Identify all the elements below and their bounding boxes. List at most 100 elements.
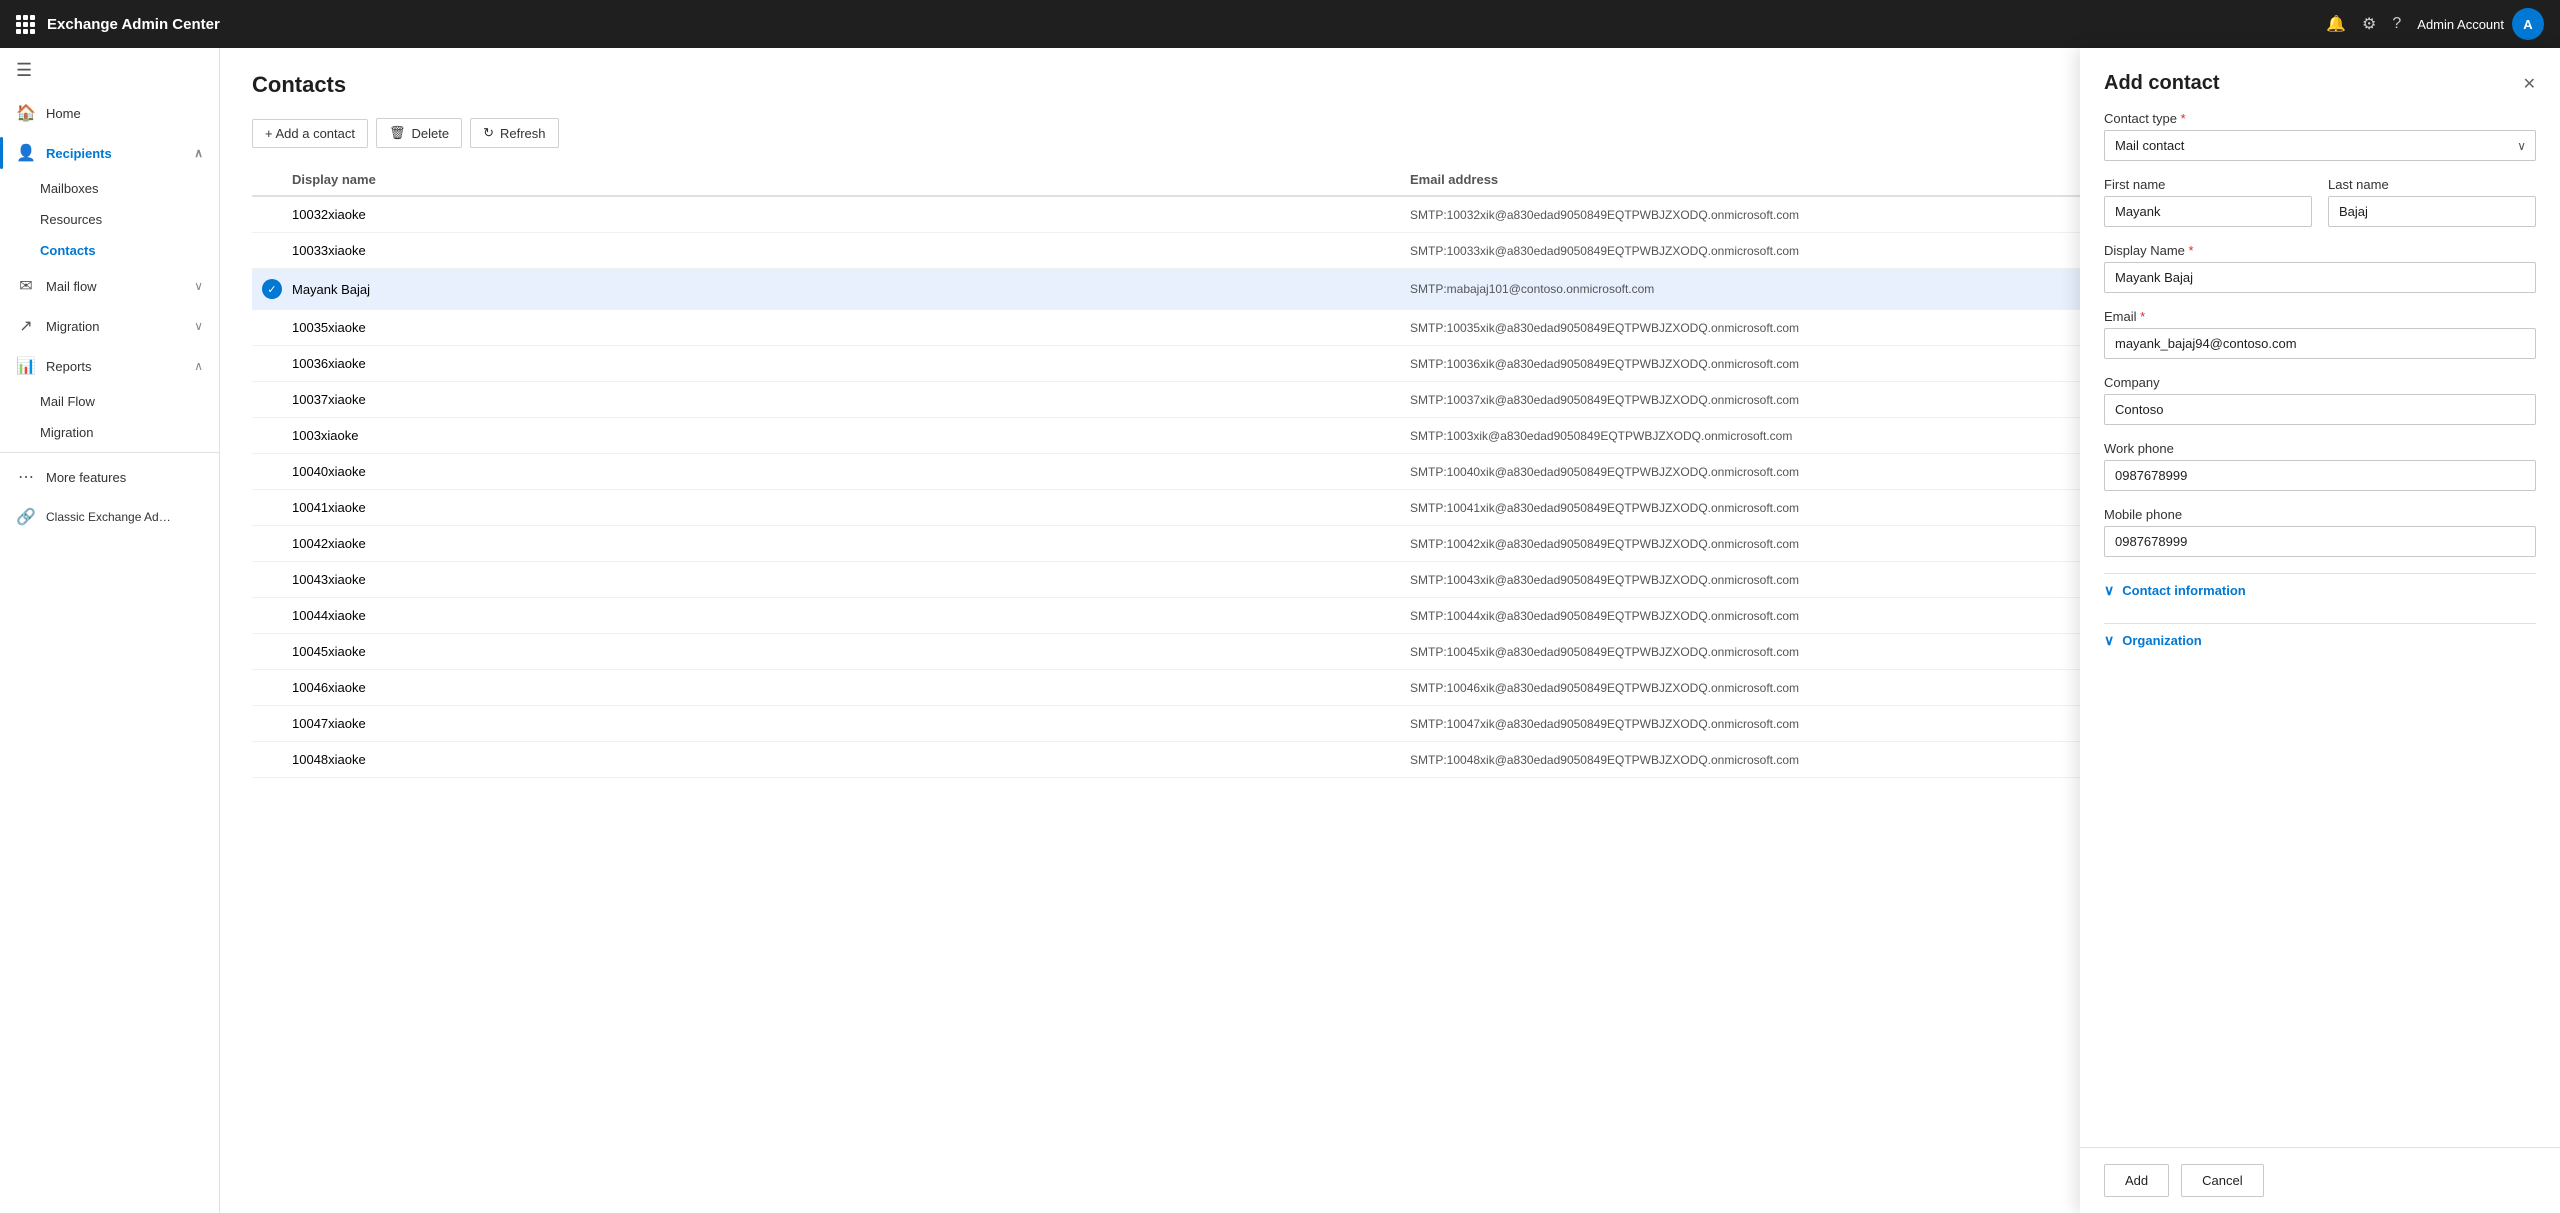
refresh-button[interactable]: ↻ Refresh	[470, 118, 558, 148]
row-display-name: 10046xiaoke	[292, 680, 1410, 695]
notification-icon[interactable]: 🔔	[2326, 14, 2346, 34]
delete-icon: 🗑	[389, 125, 406, 141]
reports-submenu: Mail Flow Migration	[0, 386, 219, 448]
reports-icon: 📊	[16, 356, 36, 376]
sidebar-item-reports[interactable]: 📊 Reports ∧	[0, 346, 219, 386]
chevron-down-icon: ∨	[2104, 582, 2114, 599]
row-display-name: 10043xiaoke	[292, 572, 1410, 587]
topbar: Exchange Admin Center 🔔 ⚙ ? Admin Accoun…	[0, 0, 2560, 48]
row-display-name: Mayank Bajaj	[292, 282, 1410, 297]
row-display-name: 1003xiaoke	[292, 428, 1410, 443]
row-display-name: 10042xiaoke	[292, 536, 1410, 551]
row-display-name: 10048xiaoke	[292, 752, 1410, 767]
sidebar-label-reports: Reports	[46, 359, 92, 374]
row-display-name: 10036xiaoke	[292, 356, 1410, 371]
account-name: Admin Account	[2417, 17, 2504, 32]
sidebar-item-migration-report[interactable]: Migration	[40, 417, 219, 448]
sidebar-item-recipients[interactable]: 👤 Recipients ∧	[0, 133, 219, 173]
contact-info-section: ∨ Contact information	[2104, 573, 2536, 607]
row-display-name: 10045xiaoke	[292, 644, 1410, 659]
display-name-field: Display Name *	[2104, 243, 2536, 293]
mailflow-icon: ✉	[16, 276, 36, 296]
delete-button[interactable]: 🗑 Delete	[376, 118, 462, 148]
contact-info-collapse[interactable]: ∨ Contact information	[2104, 574, 2536, 607]
refresh-icon: ↻	[483, 125, 494, 141]
panel-title: Add contact	[2104, 72, 2220, 95]
sidebar-label-more: More features	[46, 470, 126, 485]
app-grid-icon[interactable]	[16, 15, 35, 34]
work-phone-input[interactable]	[2104, 460, 2536, 491]
display-name-label: Display Name *	[2104, 243, 2536, 258]
company-label: Company	[2104, 375, 2536, 390]
email-field: Email *	[2104, 309, 2536, 359]
sidebar-item-migration[interactable]: ↗ Migration ∨	[0, 306, 219, 346]
more-features-icon: ⋯	[16, 467, 36, 487]
recipients-icon: 👤	[16, 143, 36, 163]
email-input[interactable]	[2104, 328, 2536, 359]
mobile-phone-input[interactable]	[2104, 526, 2536, 557]
contact-info-label: Contact information	[2122, 583, 2246, 598]
sidebar-item-resources[interactable]: Resources	[40, 204, 219, 235]
help-icon[interactable]: ?	[2392, 15, 2401, 33]
sidebar-item-more-features[interactable]: ⋯ More features	[0, 457, 219, 497]
row-display-name: 10047xiaoke	[292, 716, 1410, 731]
row-display-name: 10032xiaoke	[292, 207, 1410, 222]
first-name-field: First name	[2104, 177, 2312, 227]
sidebar-item-home[interactable]: 🏠 Home	[0, 93, 219, 133]
company-field: Company	[2104, 375, 2536, 425]
mailflow-chevron: ∨	[194, 279, 203, 293]
company-input[interactable]	[2104, 394, 2536, 425]
app-title: Exchange Admin Center	[47, 16, 220, 33]
migration-chevron: ∨	[194, 319, 203, 333]
cancel-button[interactable]: Cancel	[2181, 1164, 2263, 1197]
check-circle: ✓	[262, 279, 282, 299]
panel-header: Add contact ✕	[2080, 48, 2560, 111]
panel-footer: Add Cancel	[2080, 1147, 2560, 1213]
sidebar-label-mailflow: Mail flow	[46, 279, 97, 294]
reports-chevron: ∧	[194, 359, 203, 373]
contact-type-select[interactable]: Mail contact Mail user	[2104, 130, 2536, 161]
add-contact-button[interactable]: + Add a contact	[252, 119, 368, 148]
first-name-input[interactable]	[2104, 196, 2312, 227]
row-display-name: 10037xiaoke	[292, 392, 1410, 407]
last-name-label: Last name	[2328, 177, 2536, 192]
contact-type-label: Contact type *	[2104, 111, 2536, 126]
sidebar-item-contacts[interactable]: Contacts	[40, 235, 219, 266]
sidebar: ☰ 🏠 Home 👤 Recipients ∧ Mailboxes Resour…	[0, 48, 220, 1213]
settings-icon[interactable]: ⚙	[2362, 14, 2376, 34]
panel-close-button[interactable]: ✕	[2523, 74, 2536, 94]
name-row: First name Last name	[2104, 177, 2536, 227]
sidebar-item-mailboxes[interactable]: Mailboxes	[40, 173, 219, 204]
mobile-phone-label: Mobile phone	[2104, 507, 2536, 522]
avatar: A	[2512, 8, 2544, 40]
organization-collapse[interactable]: ∨ Organization	[2104, 624, 2536, 657]
contact-type-wrapper: Mail contact Mail user ∨	[2104, 130, 2536, 161]
sidebar-label-recipients: Recipients	[46, 146, 112, 161]
row-check: ✓	[252, 279, 292, 299]
account-section[interactable]: Admin Account A	[2417, 8, 2544, 40]
sidebar-item-classic-admin[interactable]: 🔗 Classic Exchange Admin Cen...	[0, 497, 219, 537]
mobile-phone-field: Mobile phone	[2104, 507, 2536, 557]
add-contact-panel: Add contact ✕ Contact type * Mail contac…	[2080, 48, 2560, 1213]
sidebar-toggle[interactable]: ☰	[0, 48, 219, 93]
email-label: Email *	[2104, 309, 2536, 324]
work-phone-field: Work phone	[2104, 441, 2536, 491]
organization-section: ∨ Organization	[2104, 623, 2536, 657]
migration-icon: ↗	[16, 316, 36, 336]
panel-body: Contact type * Mail contact Mail user ∨ …	[2080, 111, 2560, 1147]
last-name-input[interactable]	[2328, 196, 2536, 227]
classic-admin-icon: 🔗	[16, 507, 36, 527]
sidebar-label-migration: Migration	[46, 319, 99, 334]
sidebar-label-home: Home	[46, 106, 81, 121]
organization-label: Organization	[2122, 633, 2201, 648]
contact-type-field: Contact type * Mail contact Mail user ∨	[2104, 111, 2536, 161]
sidebar-item-mailflow-report[interactable]: Mail Flow	[40, 386, 219, 417]
row-display-name: 10033xiaoke	[292, 243, 1410, 258]
first-name-label: First name	[2104, 177, 2312, 192]
home-icon: 🏠	[16, 103, 36, 123]
sidebar-item-mailflow[interactable]: ✉ Mail flow ∨	[0, 266, 219, 306]
row-display-name: 10044xiaoke	[292, 608, 1410, 623]
add-button[interactable]: Add	[2104, 1164, 2169, 1197]
display-name-input[interactable]	[2104, 262, 2536, 293]
recipients-chevron: ∧	[194, 146, 203, 160]
